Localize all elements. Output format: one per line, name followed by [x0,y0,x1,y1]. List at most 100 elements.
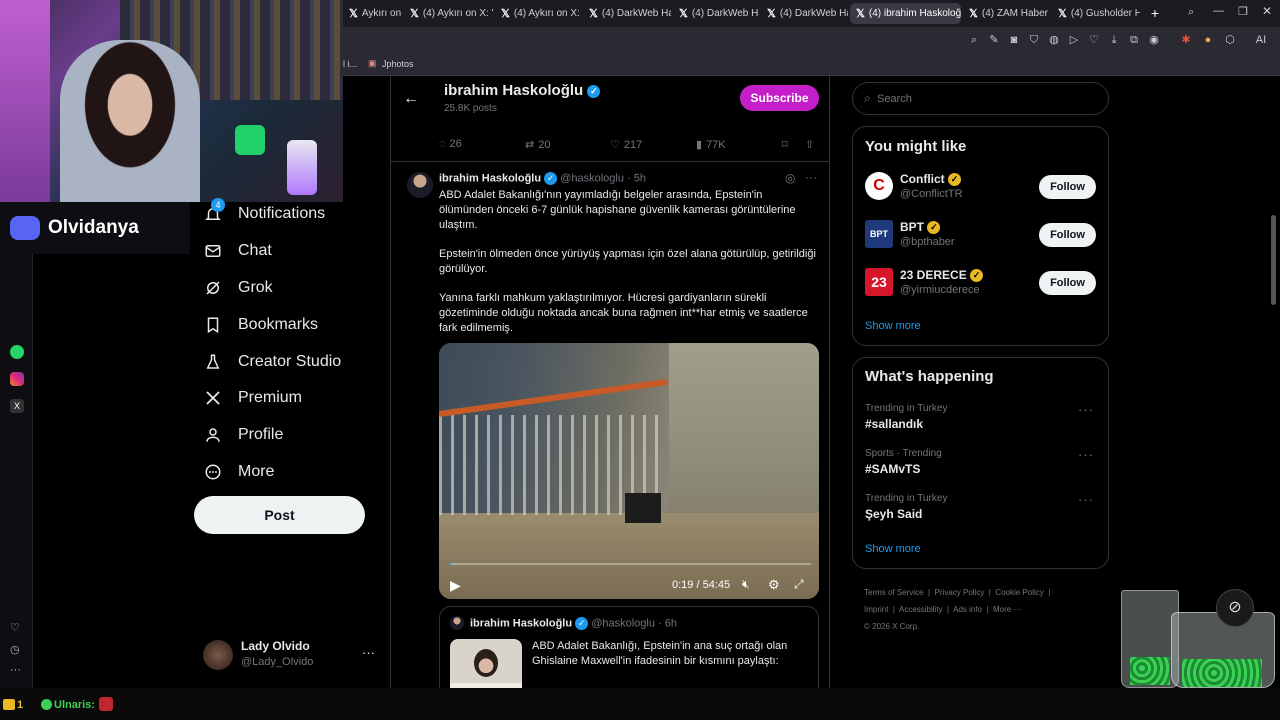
account-name[interactable]: BPT ✓ [900,220,941,235]
video-progress-track[interactable] [449,563,811,565]
browser-tab[interactable]: 𝕏(4) Aykırı on X: "Avu [404,3,493,24]
x-icon[interactable]: X [10,399,24,413]
nav-chat[interactable]: Chat [203,241,272,260]
account-handle: @Lady_Olvido [241,656,314,668]
footer-link[interactable]: Privacy Policy [935,588,985,597]
settings-gear-icon[interactable]: ⚙ [768,577,780,593]
whatsapp-icon[interactable] [10,345,24,359]
account-name[interactable]: Conflict ✓ [900,172,962,187]
ai-button[interactable]: AI [1249,33,1273,47]
minimize-icon[interactable]: — [1213,5,1224,17]
follow-button[interactable]: Follow [1039,271,1096,295]
grok-explain-icon[interactable]: ◎ [785,171,795,185]
search-icon[interactable]: ⌕ [967,33,981,47]
new-tab-button[interactable]: + [1147,5,1163,21]
like-button[interactable]: ♡ 217 [610,138,642,152]
tweet-more-icon[interactable]: ··· [805,170,817,184]
search-input[interactable]: Search [877,93,912,105]
conflict-avatar[interactable]: C [865,172,893,200]
footer-link[interactable]: Accessibility [899,605,943,614]
back-arrow-icon[interactable]: ← [403,90,419,108]
show-more-link[interactable]: Show more [865,320,921,332]
browser-tab[interactable]: 𝕏(4) DarkWeb Haber [673,3,759,24]
stream-chat-bar: 1 Ulnaris: [0,688,1280,720]
footer-link[interactable]: Ads info [953,605,982,614]
browser-tab[interactable]: 𝕏(4) ibrahim Haskoloğlu (@ [850,3,961,24]
trend-more-icon[interactable]: ··· [1078,492,1094,507]
grok-floating-icon[interactable]: ⊘ [1216,589,1254,627]
trend-item[interactable]: Sports · Trending #SAMvTS [865,448,942,476]
play-icon[interactable]: ▷ [1067,33,1081,47]
nav-profile[interactable]: Profile [203,425,283,444]
tweet-avatar[interactable] [407,172,433,198]
footer-link[interactable]: More ··· [993,605,1021,614]
heart-icon[interactable]: ♡ [10,621,20,634]
tweet-handle[interactable]: @haskologlu [560,172,624,184]
camera-icon[interactable]: ◙ [1007,33,1021,47]
subscribe-button[interactable]: Subscribe [740,85,819,111]
video-player[interactable]: ▶ 0:19 / 54:45 🔇︎ ⚙ ⤢ [439,343,819,599]
trend-more-icon[interactable]: ··· [1078,402,1094,417]
nav-more[interactable]: More [203,462,274,481]
repost-button[interactable]: ⇄ 20 [525,138,550,152]
verified-gold-icon: ✓ [948,173,962,187]
follow-button[interactable]: Follow [1039,223,1096,247]
instagram-icon[interactable] [10,372,24,386]
nav-creator-studio[interactable]: Creator Studio [203,352,341,371]
bpt-avatar[interactable]: BPT [865,220,893,248]
extension-orange-icon[interactable]: ● [1201,33,1215,47]
nav-grok[interactable]: Grok [203,278,273,297]
page-scrollbar[interactable] [1271,215,1276,305]
browser-tab[interactable]: 𝕏(4) Aykırı on X: "Tav [495,3,581,24]
heart-icon[interactable]: ♡ [1087,33,1101,47]
account-icon[interactable]: ◉ [1147,33,1161,47]
browser-tab[interactable]: 𝕏(4) DarkWeb Haber [761,3,848,24]
extension-cube-icon[interactable]: ⬡ [1223,33,1237,47]
browser-tab[interactable]: 𝕏Aykırı on X: "İzm [343,3,403,24]
trend-item[interactable]: Trending in Turkey #sallandık [865,403,947,431]
tweet-time[interactable]: · 5h [627,172,646,184]
tweet-author-name[interactable]: ibrahim Haskoloğlu [439,172,541,184]
fullscreen-icon[interactable]: ⤢ [794,577,804,592]
maximize-icon[interactable]: ❐ [1238,5,1248,18]
views-button[interactable]: ▮ 77K [696,138,726,152]
footer-link[interactable]: Imprint [864,605,888,614]
trend-more-icon[interactable]: ··· [1078,447,1094,462]
play-icon[interactable]: ▶ [450,577,461,594]
account-name[interactable]: 23 DERECE ✓ [900,268,984,283]
browser-tab[interactable]: 𝕏(4) DarkWeb Haber [583,3,671,24]
account-avatar[interactable] [203,640,233,670]
trend-name: #SAMvTS [865,462,921,476]
more-icon[interactable]: ··· [10,664,21,676]
follow-button[interactable]: Follow [1039,175,1096,199]
share-button[interactable]: ⇧ [805,138,814,151]
bookmark-item[interactable]: l i... [343,59,357,69]
extension-red-icon[interactable]: ✱ [1179,33,1193,47]
bookmark-item[interactable]: Jphotos [382,59,414,69]
trend-item[interactable]: Trending in Turkey Şeyh Said [865,493,947,521]
nav-premium[interactable]: Premium [203,388,302,407]
mute-icon[interactable]: 🔇︎ [742,577,750,592]
post-button[interactable]: Post [194,496,365,534]
search-box[interactable]: ⌕ Search [852,82,1109,115]
23derece-avatar[interactable]: 23 [865,268,893,296]
globe-icon[interactable]: ◍ [1047,33,1061,47]
close-window-icon[interactable]: ✕ [1262,4,1272,18]
account-menu-icon[interactable]: ··· [362,645,375,660]
footer-link[interactable]: Cookie Policy [995,588,1043,597]
browser-tab[interactable]: 𝕏(4) Gusholder Habe [1052,3,1140,24]
puzzle-icon[interactable]: ⧉ [1127,33,1141,47]
download-icon[interactable]: ⤓ [1107,33,1121,47]
tab-label: (4) ZAM Haber on X [981,8,1050,19]
shield-icon[interactable]: ⛉ [1027,33,1041,47]
show-more-link[interactable]: Show more [865,543,921,555]
tab-search-icon[interactable]: ⌕ [1188,6,1202,20]
edit-icon[interactable]: ✎ [987,33,1001,47]
bookmark-button[interactable]: ⌑ [782,138,788,151]
quote-tweet[interactable]: ibrahim Haskoloğlu ✓ @haskologlu · 6h AB… [439,606,819,688]
footer-link[interactable]: Terms of Service [864,588,924,597]
nav-bookmarks[interactable]: Bookmarks [203,315,318,334]
browser-tab[interactable]: 𝕏(4) ZAM Haber on X [963,3,1050,24]
reply-button[interactable]: ◌ 26 [439,138,462,150]
clock-icon[interactable]: ◷ [10,643,20,656]
